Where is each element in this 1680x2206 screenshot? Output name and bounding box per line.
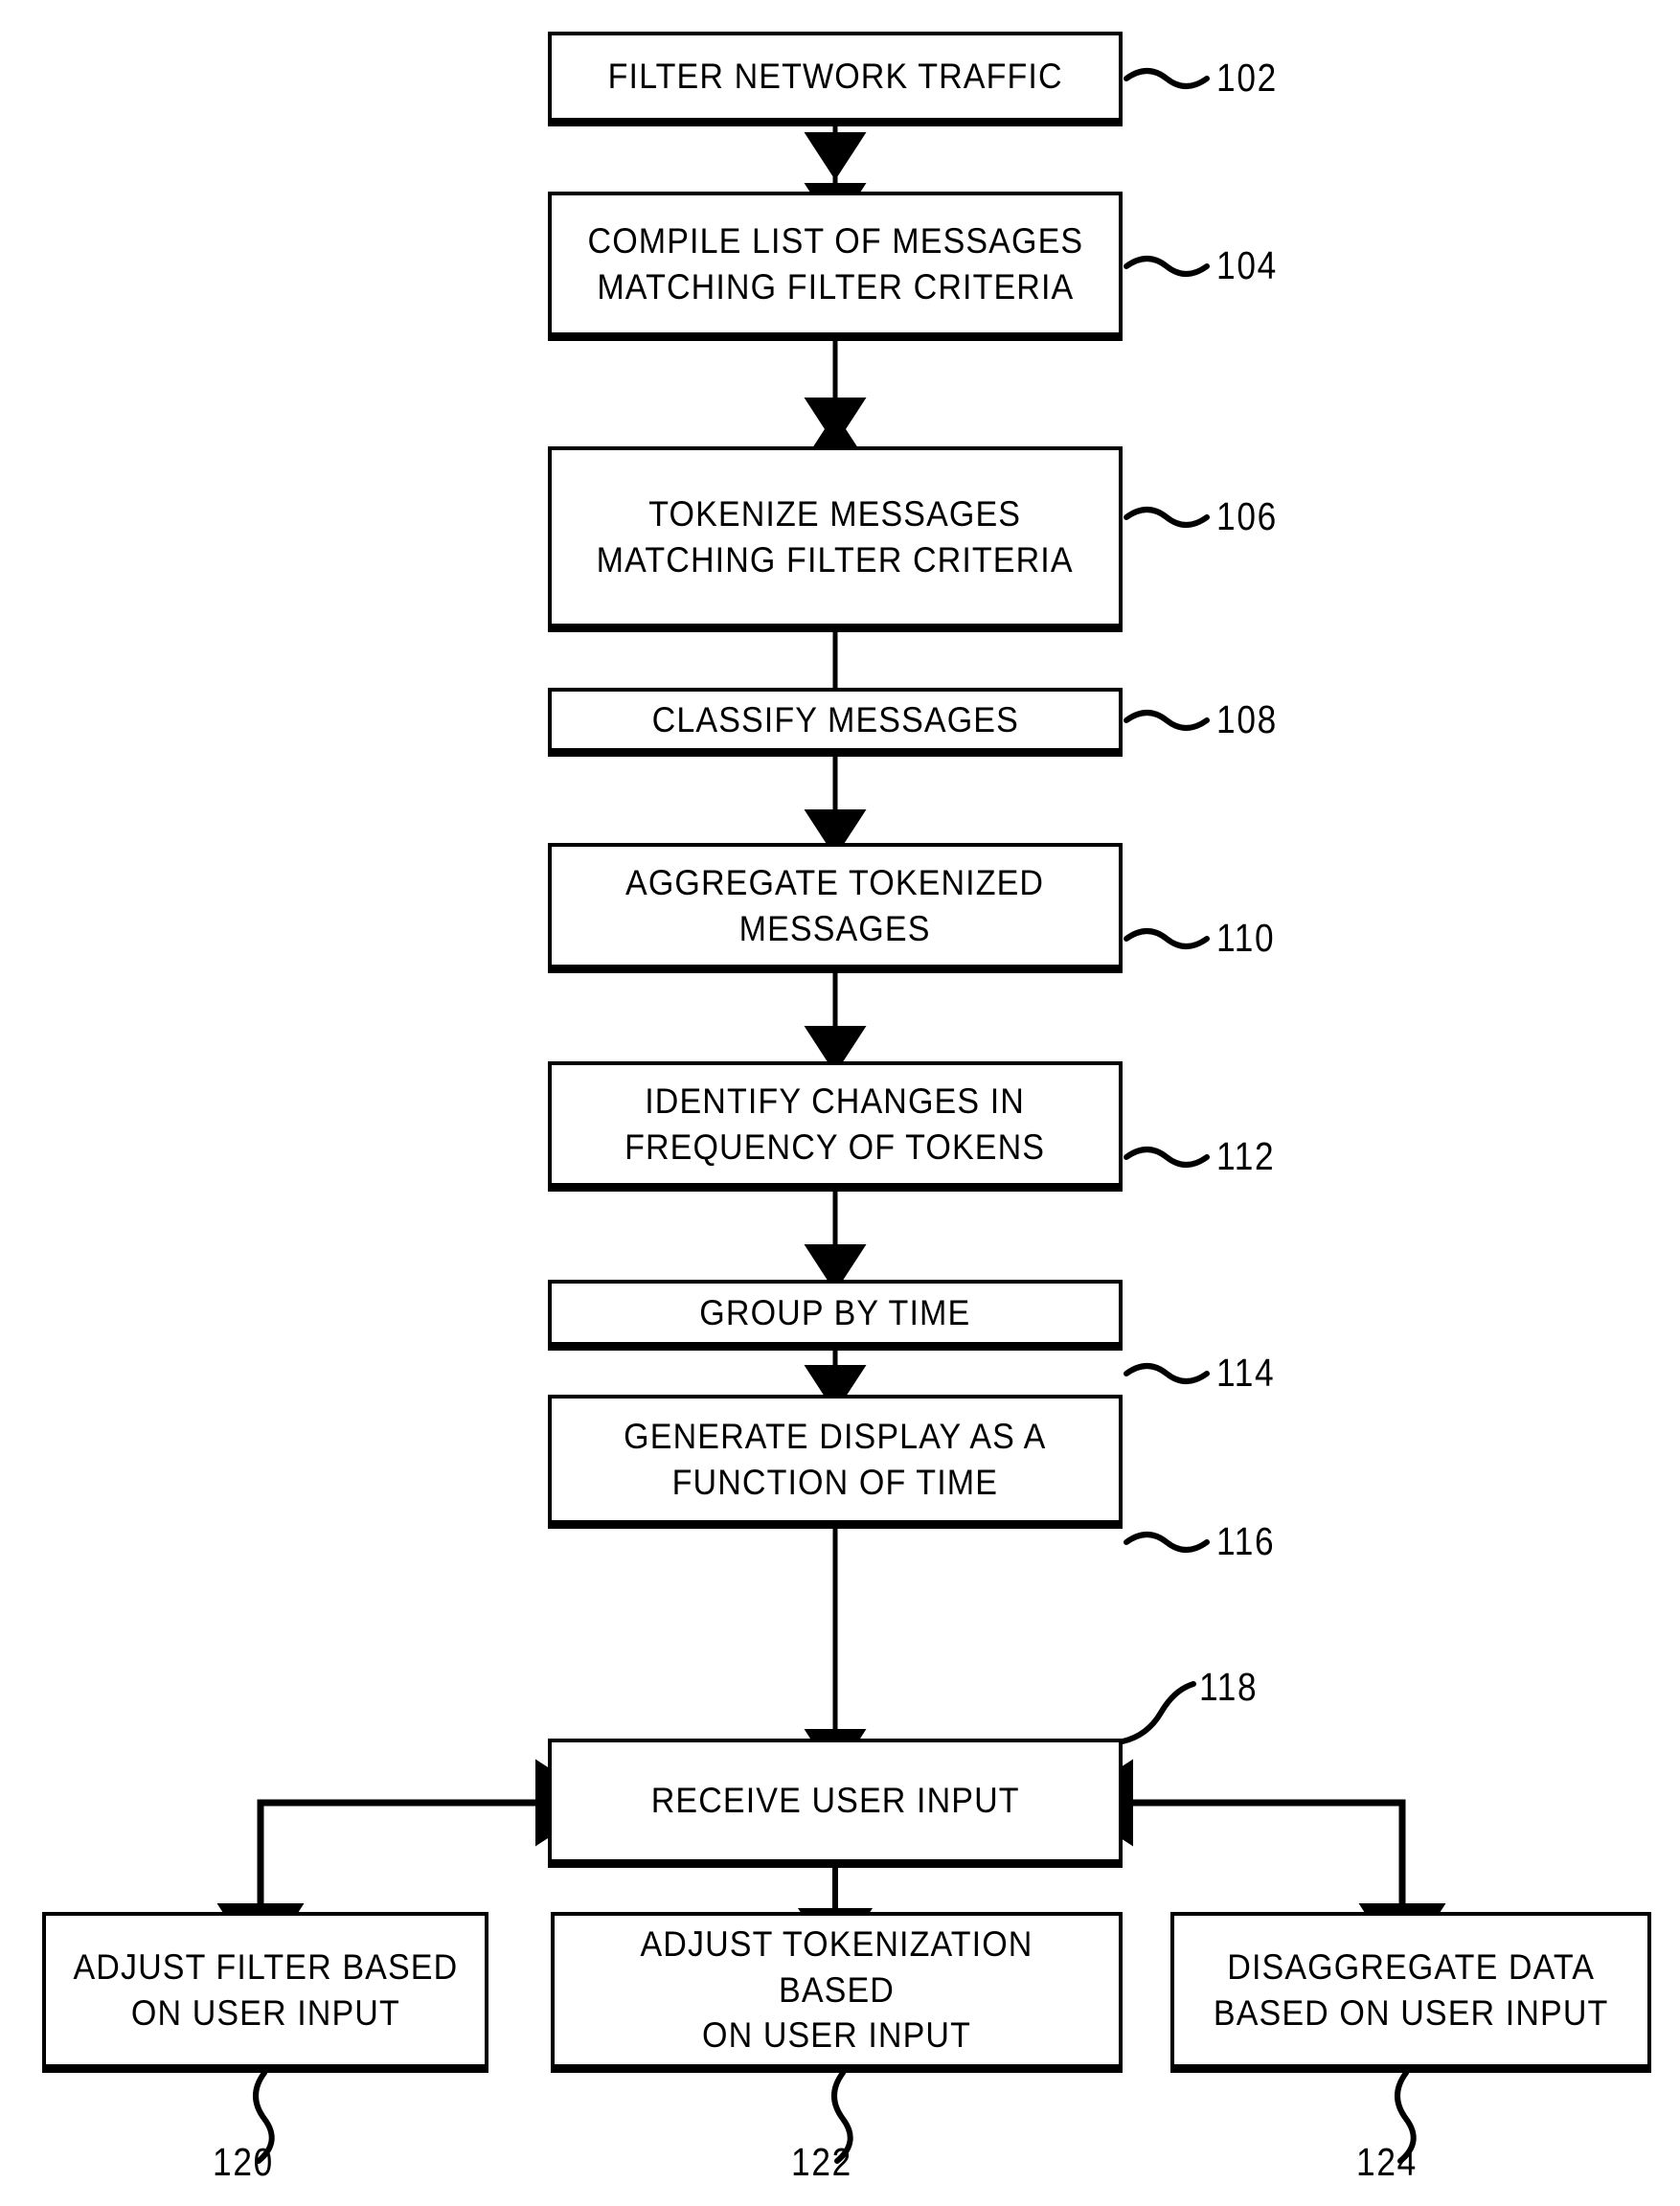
node-compile-list-of-messages[interactable]: COMPILE LIST OF MESSAGES MATCHING FILTER… (548, 192, 1123, 341)
leader-112 (1124, 1147, 1210, 1168)
leader-106 (1124, 507, 1210, 528)
node-label: RECEIVE USER INPUT (650, 1781, 1020, 1821)
node-filter-network-traffic[interactable]: FILTER NETWORK TRAFFIC (548, 32, 1123, 126)
ref-102: 102 (1216, 56, 1279, 100)
leader-104 (1124, 256, 1210, 277)
leader-110 (1124, 928, 1210, 949)
ref-124: 124 (1356, 2140, 1419, 2184)
node-label: DISAGGREGATE DATA BASED ON USER INPUT (1213, 1947, 1609, 2033)
node-generate-display-function-of-time[interactable]: GENERATE DISPLAY AS A FUNCTION OF TIME (548, 1395, 1123, 1529)
ref-122: 122 (791, 2140, 853, 2184)
node-adjust-tokenization-based-on-user-input[interactable]: ADJUST TOKENIZATION BASED ON USER INPUT (551, 1912, 1123, 2073)
node-group-by-time[interactable]: GROUP BY TIME (548, 1280, 1123, 1351)
leader-102 (1124, 68, 1210, 89)
node-label: COMPILE LIST OF MESSAGES MATCHING FILTER… (587, 221, 1083, 307)
leader-108 (1124, 710, 1210, 731)
patent-flowchart-figure: FILTER NETWORK TRAFFIC 102 COMPILE LIST … (0, 0, 1680, 2206)
ref-108: 108 (1216, 697, 1279, 741)
leader-116 (1124, 1532, 1210, 1553)
node-label: GROUP BY TIME (699, 1292, 971, 1332)
ref-114: 114 (1216, 1351, 1276, 1395)
node-label: CLASSIFY MESSAGES (651, 699, 1019, 739)
node-adjust-filter-based-on-user-input[interactable]: ADJUST FILTER BASED ON USER INPUT (42, 1912, 488, 2073)
ref-120: 120 (213, 2140, 275, 2184)
node-tokenize-messages[interactable]: TOKENIZE MESSAGES MATCHING FILTER CRITER… (548, 446, 1123, 632)
node-label: AGGREGATE TOKENIZED MESSAGES (625, 863, 1045, 948)
leader-114 (1124, 1363, 1210, 1384)
node-label: ADJUST TOKENIZATION BASED ON USER INPUT (640, 1924, 1033, 2056)
conn-118-120 (216, 1799, 546, 1970)
ref-104: 104 (1216, 243, 1279, 287)
leader-118 (1120, 1681, 1196, 1744)
node-label: IDENTIFY CHANGES IN FREQUENCY OF TOKENS (624, 1081, 1046, 1167)
conn-118-124 (1123, 1799, 1446, 1970)
ref-118: 118 (1199, 1665, 1259, 1709)
ref-110: 110 (1216, 916, 1276, 960)
node-receive-user-input[interactable]: RECEIVE USER INPUT (548, 1739, 1123, 1868)
ref-116: 116 (1216, 1519, 1276, 1563)
ref-112: 112 (1216, 1134, 1276, 1178)
node-label: TOKENIZE MESSAGES MATCHING FILTER CRITER… (596, 494, 1075, 580)
node-label: FILTER NETWORK TRAFFIC (607, 57, 1063, 97)
node-aggregate-tokenized-messages[interactable]: AGGREGATE TOKENIZED MESSAGES (548, 843, 1123, 973)
node-label: ADJUST FILTER BASED ON USER INPUT (73, 1947, 458, 2033)
node-disaggregate-data-based-on-user-input[interactable]: DISAGGREGATE DATA BASED ON USER INPUT (1170, 1912, 1651, 2073)
node-identify-changes-in-frequency[interactable]: IDENTIFY CHANGES IN FREQUENCY OF TOKENS (548, 1061, 1123, 1192)
ref-106: 106 (1216, 494, 1279, 538)
node-classify-messages[interactable]: CLASSIFY MESSAGES (548, 688, 1123, 757)
node-label: GENERATE DISPLAY AS A FUNCTION OF TIME (624, 1417, 1047, 1502)
